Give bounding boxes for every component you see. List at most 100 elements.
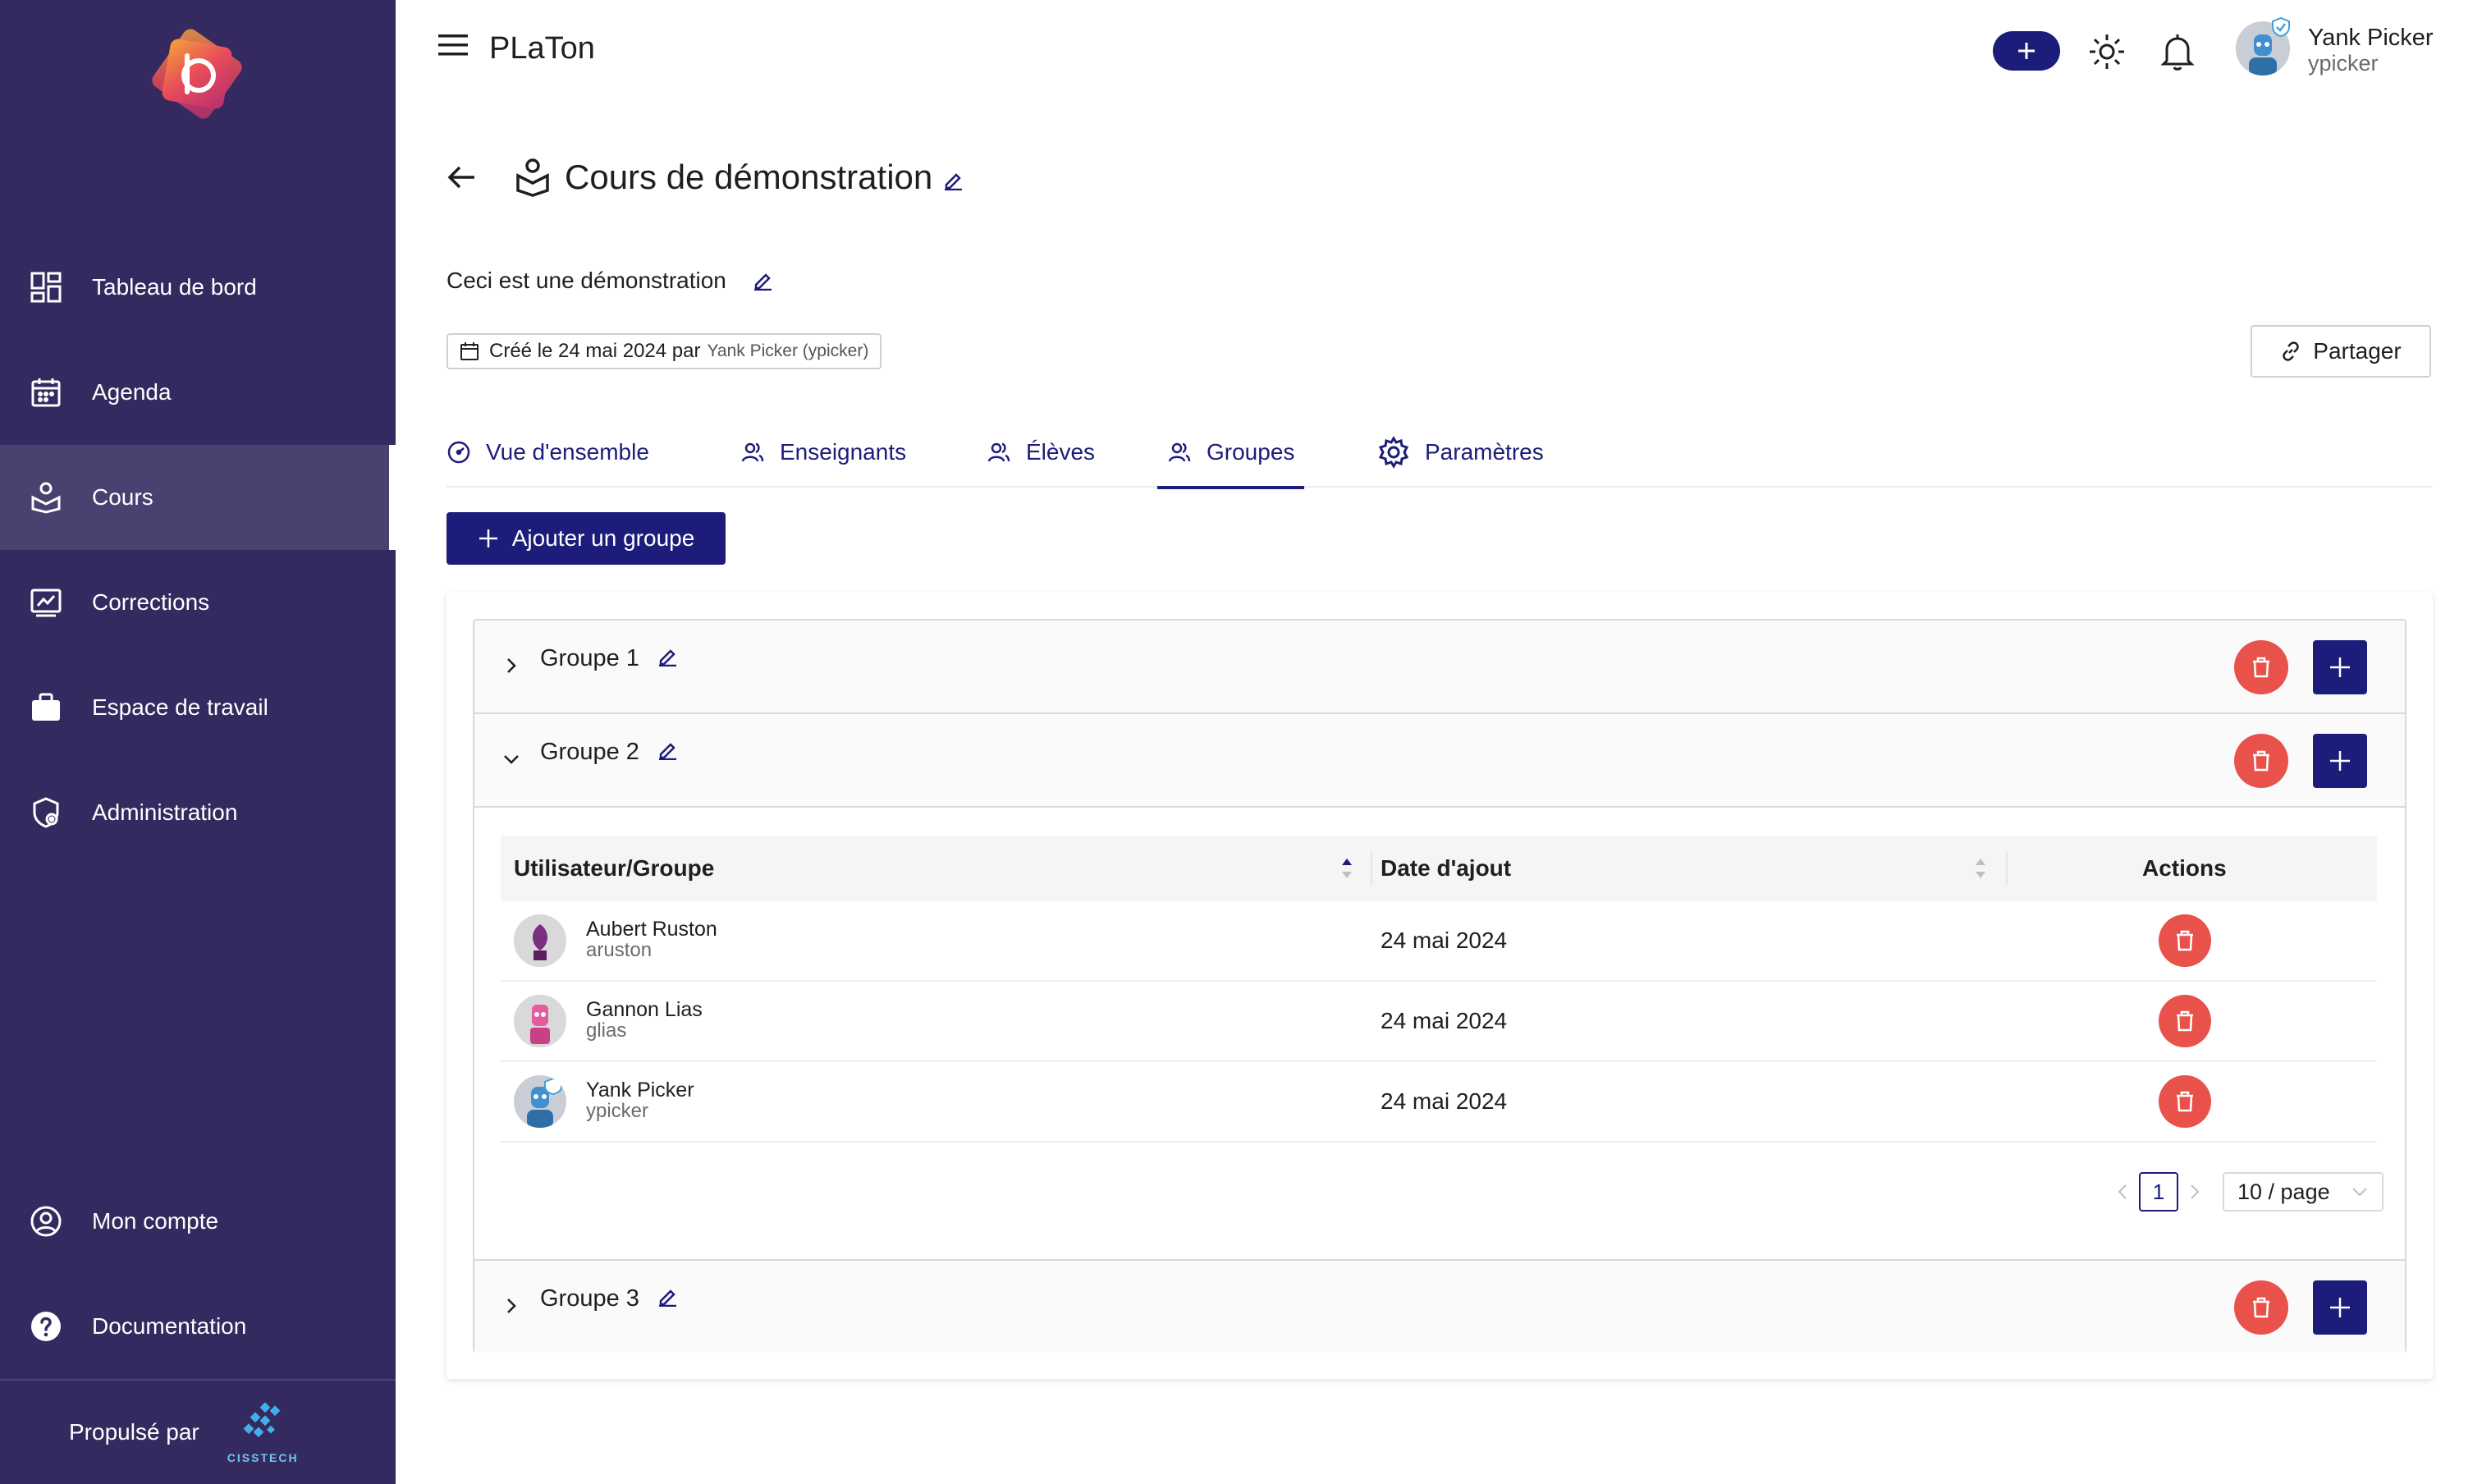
cisstech-logo[interactable]: CISSTECH (227, 1400, 299, 1464)
admin-shield-icon (28, 795, 64, 831)
trash-icon (2253, 750, 2269, 772)
prev-page-icon[interactable] (2106, 1172, 2139, 1211)
created-date-text: Créé le 24 mai 2024 par (489, 340, 701, 362)
user-login: ypicker (2308, 51, 2379, 76)
plus-icon (2018, 43, 2035, 59)
user-name: Yank Picker (2308, 25, 2434, 51)
sidebar-item-account[interactable]: Mon compte (0, 1169, 396, 1274)
course-title: Cours de démonstration (565, 158, 933, 196)
edit-group-pencil-icon[interactable] (657, 739, 678, 761)
add-group-button[interactable]: Ajouter un groupe (446, 512, 726, 565)
table-row: Gannon Lias glias 24 mai 2024 (501, 982, 2377, 1062)
plus-icon (2330, 657, 2350, 677)
tab-label: Groupes (1207, 439, 1295, 465)
users-icon (741, 442, 764, 462)
plus-icon (2330, 751, 2350, 771)
edit-description-pencil-icon[interactable] (752, 269, 773, 291)
course-icon (28, 479, 64, 515)
add-member-button[interactable] (2313, 734, 2367, 788)
delete-group-button[interactable] (2234, 1280, 2288, 1335)
app-title: PLaTon (489, 31, 595, 66)
remove-member-button[interactable] (2159, 995, 2211, 1047)
plus-icon (479, 529, 497, 547)
delete-group-button[interactable] (2234, 640, 2288, 694)
sidebar-item-workspace[interactable]: Espace de travail (0, 655, 396, 760)
page-size-value: 10 / page (2237, 1179, 2330, 1204)
sidebar-footer: Propulsé par CISSTECH (0, 1379, 396, 1484)
add-member-button[interactable] (2313, 1280, 2367, 1335)
group-name: Groupe 3 (540, 1285, 639, 1312)
create-button[interactable] (1993, 31, 2060, 71)
member-date-added: 24 mai 2024 (1381, 1088, 1508, 1114)
briefcase-icon (28, 689, 64, 726)
tab-students[interactable]: Élèves (987, 417, 1095, 488)
theme-toggle-sun-icon[interactable] (2086, 31, 2127, 72)
group-panel-header[interactable]: Groupe 3 (474, 1259, 2405, 1353)
trash-icon (2177, 1091, 2193, 1112)
trash-icon (2253, 1297, 2269, 1318)
tab-teachers[interactable]: Enseignants (740, 417, 906, 488)
calendar-icon (28, 374, 64, 410)
sidebar-item-label: Tableau de bord (92, 274, 257, 300)
course-description: Ceci est une démonstration (446, 268, 726, 293)
sidebar-item-administration[interactable]: Administration (0, 760, 396, 865)
dashboard-gauge-icon (447, 441, 470, 464)
member-date-added: 24 mai 2024 (1381, 928, 1508, 953)
column-header-user[interactable]: Utilisateur/Groupe (514, 836, 714, 901)
course-tabs: Vue d'ensemble Enseignants Élèves Groupe… (446, 417, 2433, 489)
member-name: Aubert Ruston (586, 918, 717, 941)
cisstech-brand: CISSTECH (227, 1451, 299, 1464)
delete-group-button[interactable] (2234, 734, 2288, 788)
remove-member-button[interactable] (2159, 1075, 2211, 1128)
edit-group-pencil-icon[interactable] (657, 645, 678, 667)
group-panel-header[interactable]: Groupe 2 (474, 714, 2405, 808)
users-icon (1168, 442, 1191, 462)
edit-group-pencil-icon[interactable] (657, 1285, 678, 1308)
avatar (514, 914, 566, 967)
calendar-icon (460, 342, 479, 360)
next-page-icon[interactable] (2178, 1172, 2211, 1211)
tab-groups[interactable]: Groupes (1156, 417, 1305, 489)
page-number[interactable]: 1 (2139, 1172, 2178, 1211)
column-header-date[interactable]: Date d'ajout (1381, 836, 1511, 901)
gear-icon (1378, 436, 1409, 469)
sidebar-item-label: Agenda (92, 379, 172, 405)
plus-icon (2330, 1298, 2350, 1317)
platon-logo[interactable] (140, 23, 254, 130)
share-button[interactable]: Partager (2251, 325, 2431, 378)
remove-member-button[interactable] (2159, 914, 2211, 967)
tab-label: Enseignants (780, 439, 907, 465)
created-info-tag: Créé le 24 mai 2024 par Yank Picker (ypi… (446, 333, 882, 369)
sidebar-item-agenda[interactable]: Agenda (0, 340, 396, 445)
member-login: aruston (586, 939, 653, 961)
notifications-bell-icon[interactable] (2159, 31, 2196, 72)
share-label: Partager (2313, 338, 2402, 364)
group-panel-header[interactable]: Groupe 1 (474, 621, 2405, 714)
back-arrow-icon[interactable] (445, 161, 478, 194)
add-member-button[interactable] (2313, 640, 2367, 694)
sidebar-item-cours[interactable]: Cours (0, 445, 396, 550)
page-size-select[interactable]: 10 / page (2223, 1172, 2384, 1211)
group-name: Groupe 2 (540, 739, 639, 765)
table-row: Yank Picker ypicker 24 mai 2024 (501, 1062, 2377, 1143)
sidebar-item-corrections[interactable]: Corrections (0, 550, 396, 655)
chevron-down-icon (504, 755, 519, 764)
group-name: Groupe 1 (540, 645, 639, 671)
users-icon (987, 442, 1010, 462)
groups-collapse: Groupe 1 Groupe 2 Utilisateur/Groupe Dat… (473, 619, 2406, 1353)
help-icon (28, 1308, 64, 1344)
member-login: glias (586, 1019, 627, 1042)
verified-badge-icon (2270, 16, 2292, 38)
sidebar-item-label: Espace de travail (92, 694, 268, 720)
sidebar-item-documentation[interactable]: Documentation (0, 1274, 396, 1379)
menu-icon[interactable] (438, 33, 471, 57)
sidebar-item-label: Mon compte (92, 1208, 219, 1234)
tab-overview[interactable]: Vue d'ensemble (446, 417, 649, 488)
account-icon (28, 1203, 64, 1239)
chevron-right-icon (507, 1298, 516, 1313)
avatar (514, 1075, 566, 1128)
sidebar-item-dashboard[interactable]: Tableau de bord (0, 235, 396, 340)
tab-settings[interactable]: Paramètres (1377, 417, 1544, 488)
pagination: 1 10 / page (2106, 1172, 2384, 1211)
edit-title-pencil-icon[interactable] (942, 169, 964, 191)
